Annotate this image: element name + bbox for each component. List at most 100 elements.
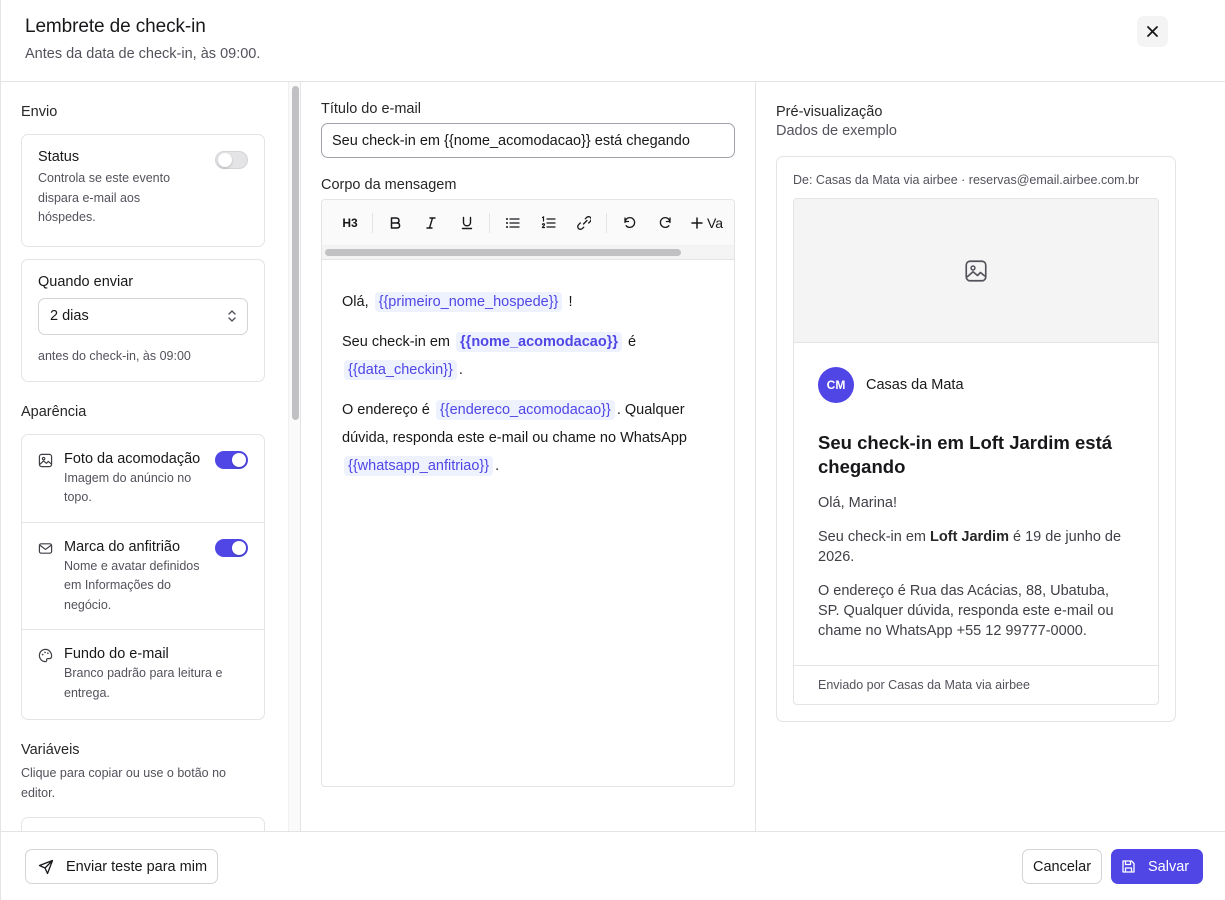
body-text: é: [628, 334, 637, 350]
underline-button[interactable]: [449, 207, 485, 239]
italic-button[interactable]: [413, 207, 449, 239]
variable-chip[interactable]: {{nome_acomodacao}}: [456, 332, 622, 352]
plus-icon: [691, 216, 703, 229]
variable-chip[interactable]: {{endereco_acomodacao}}: [435, 400, 615, 420]
when-send-select[interactable]: 2 dias: [38, 297, 248, 335]
option-fundo-desc: Branco padrão para leitura e entrega.: [64, 666, 223, 700]
redo-icon: [659, 216, 671, 229]
left-scrollbar[interactable]: [288, 82, 300, 831]
bold-icon: [390, 216, 401, 229]
ordered-list-button[interactable]: [530, 207, 566, 239]
send-test-label: Enviar teste para mim: [66, 858, 208, 875]
rich-text-editor: H3 Va Olá, {{primeiro_nome_hospede}} ! S…: [321, 199, 735, 787]
body-text: Seu check-in em: [342, 334, 450, 350]
foto-toggle[interactable]: [215, 450, 248, 469]
send-test-button[interactable]: Enviar teste para mim: [25, 849, 219, 884]
cancel-button[interactable]: Cancelar: [1022, 849, 1103, 884]
dialog-footer: Enviar teste para mim Cancelar Salvar: [1, 831, 1225, 900]
when-send-value: 2 dias: [50, 308, 89, 324]
variable-chip[interactable]: {{data_checkin}}: [344, 360, 457, 380]
variable-chip[interactable]: {{whatsapp_anfitriao}}: [344, 456, 494, 476]
editor-toolbar: H3 Va: [322, 200, 734, 246]
variable-chip[interactable]: {{primeiro_nome_hospede}}: [374, 292, 563, 312]
email-title-label: Título do e-mail: [321, 101, 421, 117]
left-scroll-thumb[interactable]: [292, 86, 299, 420]
email-paragraph: O endereço é Rua das Acácias, 88, Ubatub…: [818, 583, 1114, 639]
save-button[interactable]: Salvar: [1111, 849, 1204, 884]
status-description: Controla se este evento dispara e-mail a…: [38, 171, 171, 224]
bullet-list-button[interactable]: [494, 207, 530, 239]
bold-button[interactable]: [377, 207, 413, 239]
dialog: Lembrete de check-in Antes da data de ch…: [0, 0, 1225, 900]
when-send-hint: antes do check-in, às 09:00: [38, 348, 191, 363]
status-toggle[interactable]: [215, 151, 248, 169]
brand-row: CM Casas da Mata: [818, 367, 1134, 403]
undo-icon: [623, 216, 635, 229]
toolbar-divider: [372, 212, 373, 233]
chevron-updown-icon: [228, 310, 236, 322]
toolbar-divider: [606, 212, 607, 233]
dialog-header: Lembrete de check-in Antes da data de ch…: [1, 0, 1225, 82]
email-preview: CM Casas da Mata Seu check-in em Loft Ja…: [793, 198, 1159, 705]
email-heading: Seu check-in em Loft Jardim está chegand…: [818, 432, 1113, 477]
editor-content[interactable]: Olá, {{primeiro_nome_hospede}} ! Seu che…: [322, 260, 734, 480]
email-footer: Enviado por Casas da Mata via airbee: [794, 665, 1158, 704]
send-icon: [38, 859, 54, 874]
preview-from: De: Casas da Mata via airbee · reservas@…: [793, 173, 1140, 187]
underline-icon: [461, 216, 473, 229]
property-image-placeholder: [794, 199, 1158, 343]
save-label: Salvar: [1148, 858, 1190, 875]
dialog-title: Lembrete de check-in: [25, 16, 206, 37]
body-paragraph: Seu check-in em {{nome_acomodacao}} é {{…: [342, 328, 714, 384]
toolbar-scroll-thumb[interactable]: [325, 249, 681, 256]
body-text: Olá,: [342, 294, 369, 310]
option-fundo[interactable]: Fundo do e-mail Branco padrão para leitu…: [22, 630, 264, 719]
add-variable-button[interactable]: Va: [683, 215, 723, 231]
add-variable-label: Va: [707, 214, 724, 231]
editor-panel: Título do e-mail Seu check-in em {{nome_…: [301, 82, 756, 831]
heading-icon: H3: [342, 215, 358, 230]
email-title-input[interactable]: Seu check-in em {{nome_acomodacao}} está…: [321, 123, 735, 158]
preview-card: De: Casas da Mata via airbee · reservas@…: [776, 156, 1176, 722]
option-marca: Marca do anfitrião Nome e avatar definid…: [22, 523, 264, 630]
image-icon: [38, 453, 53, 467]
bullet-list-icon: [505, 217, 520, 228]
avatar: CM: [818, 367, 854, 403]
undo-button[interactable]: [611, 207, 647, 239]
ordered-list-icon: [541, 215, 556, 228]
save-icon: [1122, 860, 1135, 873]
marca-toggle[interactable]: [215, 538, 248, 557]
brand-name: Casas da Mata: [866, 377, 964, 393]
body-paragraph: O endereço é {{endereco_acomodacao}}. Qu…: [342, 396, 714, 480]
settings-panel: Envio Status Controla se este evento dis…: [1, 82, 301, 831]
heading-button[interactable]: H3: [332, 207, 368, 239]
close-icon: [1147, 26, 1158, 37]
appearance-card: Foto da acomodação Imagem do anúncio no …: [21, 433, 265, 720]
dialog-subtitle: Antes da data de check-in, às 09:00.: [25, 46, 261, 62]
section-label-aparencia: Aparência: [21, 403, 87, 420]
when-send-title: Quando enviar: [38, 273, 134, 290]
option-fundo-title: Fundo do e-mail: [64, 646, 169, 662]
section-label-envio: Envio: [21, 104, 58, 120]
email-text: Seu check-in em: [818, 529, 926, 545]
option-foto: Foto da acomodação Imagem do anúncio no …: [22, 435, 264, 523]
preview-title: Pré-visualização: [776, 104, 883, 120]
variables-description: Clique para copiar ou use o botão no edi…: [21, 766, 227, 800]
email-paragraph: Seu check-in em Loft Jardim é 19 de junh…: [818, 527, 1134, 567]
preview-panel: Pré-visualização Dados de exemplo De: Ca…: [756, 82, 1225, 831]
body-text: !: [568, 294, 573, 310]
body-paragraph: Olá, {{primeiro_nome_hospede}} !: [342, 288, 714, 316]
option-marca-desc: Nome e avatar definidos em Informações d…: [64, 558, 200, 612]
redo-button[interactable]: [647, 207, 683, 239]
toolbar-scrollbar[interactable]: [322, 246, 734, 260]
italic-icon: [426, 216, 436, 229]
option-foto-desc: Imagem do anúncio no topo.: [64, 470, 192, 505]
close-button[interactable]: [1137, 16, 1168, 47]
preview-subtitle: Dados de exemplo: [776, 123, 897, 139]
body-text: .: [495, 458, 500, 474]
body-text: O endereço é: [342, 402, 430, 418]
email-bold-text: Loft Jardim: [930, 529, 1009, 545]
link-button[interactable]: [566, 207, 602, 239]
cancel-label: Cancelar: [1033, 858, 1092, 875]
email-greeting: Olá, Marina!: [818, 495, 897, 511]
